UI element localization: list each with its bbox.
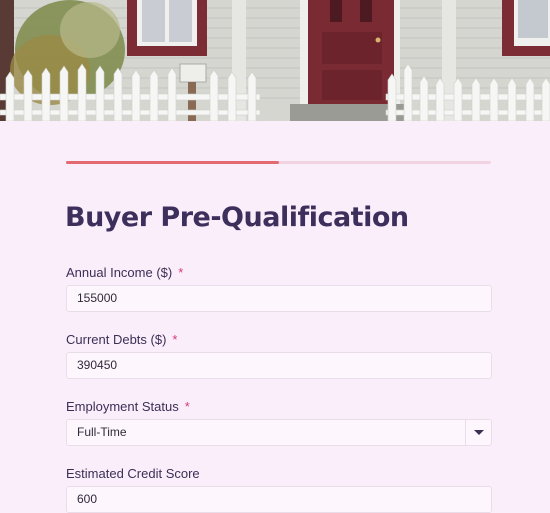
current-debts-label: Current Debts ($) * bbox=[66, 332, 177, 347]
credit-score-value: 600 bbox=[77, 492, 98, 506]
current-debts-input[interactable]: 390450 bbox=[66, 352, 492, 379]
select-toggle[interactable] bbox=[465, 420, 491, 445]
credit-score-label-text: Estimated Credit Score bbox=[66, 466, 200, 481]
annual-income-value: 155000 bbox=[77, 291, 118, 305]
required-marker: * bbox=[184, 399, 190, 414]
annual-income-label: Annual Income ($) * bbox=[66, 265, 183, 280]
current-debts-value: 390450 bbox=[77, 358, 118, 372]
required-marker: * bbox=[172, 332, 178, 347]
current-debts-label-text: Current Debts ($) bbox=[66, 332, 167, 347]
annual-income-input[interactable]: 155000 bbox=[66, 285, 492, 312]
hero-image bbox=[0, 0, 550, 121]
caret-down-icon bbox=[474, 430, 484, 435]
employment-status-select[interactable]: Full-Time bbox=[66, 419, 492, 446]
required-marker: * bbox=[178, 265, 184, 280]
annual-income-label-text: Annual Income ($) bbox=[66, 265, 173, 280]
employment-status-value: Full-Time bbox=[77, 425, 127, 439]
employment-status-label: Employment Status * bbox=[66, 399, 190, 414]
employment-status-label-text: Employment Status bbox=[66, 399, 179, 414]
progress-bar bbox=[66, 161, 491, 164]
form-container: Buyer Pre-Qualification Annual Income ($… bbox=[0, 121, 550, 513]
credit-score-label: Estimated Credit Score bbox=[66, 466, 200, 481]
progress-bar-fill bbox=[66, 161, 279, 164]
page-title: Buyer Pre-Qualification bbox=[65, 202, 409, 233]
